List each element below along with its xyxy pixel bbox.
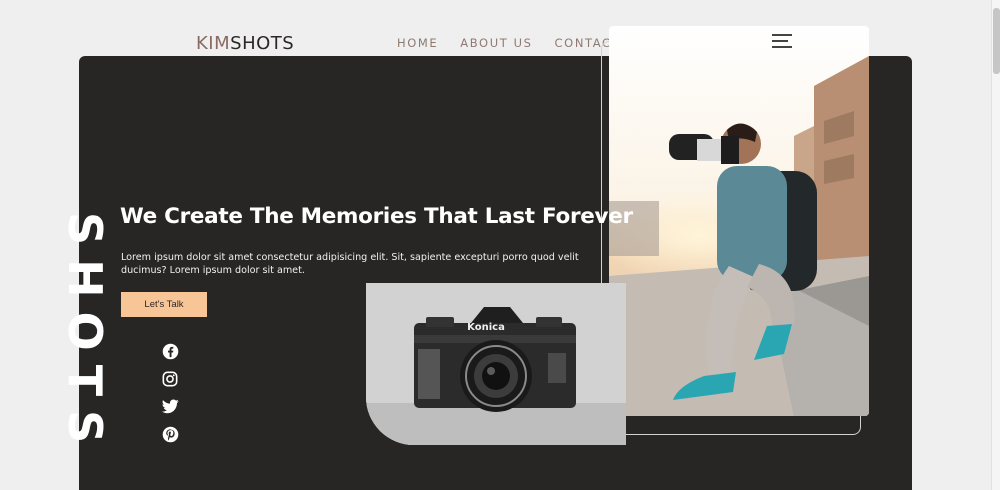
vertical-shots-text: SHOTS: [66, 212, 112, 458]
main-nav: HOME ABOUT US CONTACT: [397, 36, 620, 50]
brand-logo-kim: KIM: [196, 33, 231, 54]
scrollbar-thumb[interactable]: [993, 8, 1000, 74]
page-scrollbar[interactable]: [991, 0, 1000, 490]
vintage-camera-photo: Konica: [366, 283, 626, 445]
camera-brand-text: Konica: [467, 322, 505, 333]
twitter-icon[interactable]: [161, 397, 179, 415]
brand-logo-shots: SHOTS: [230, 33, 295, 54]
brand-logo[interactable]: KIMSHOTS: [196, 33, 294, 54]
photographer-photo: [609, 26, 869, 416]
facebook-icon[interactable]: [161, 342, 179, 360]
hero-headline: We Create The Memories That Last Forever: [120, 204, 633, 229]
lets-talk-button[interactable]: Let's Talk: [121, 292, 207, 317]
menu-hamburger-icon[interactable]: [772, 33, 794, 49]
hero-description: Lorem ipsum dolor sit amet consectetur a…: [121, 252, 579, 276]
nav-about-us[interactable]: ABOUT US: [460, 36, 532, 50]
pinterest-icon[interactable]: [161, 425, 179, 443]
instagram-icon[interactable]: [161, 370, 179, 388]
nav-home[interactable]: HOME: [397, 36, 438, 50]
